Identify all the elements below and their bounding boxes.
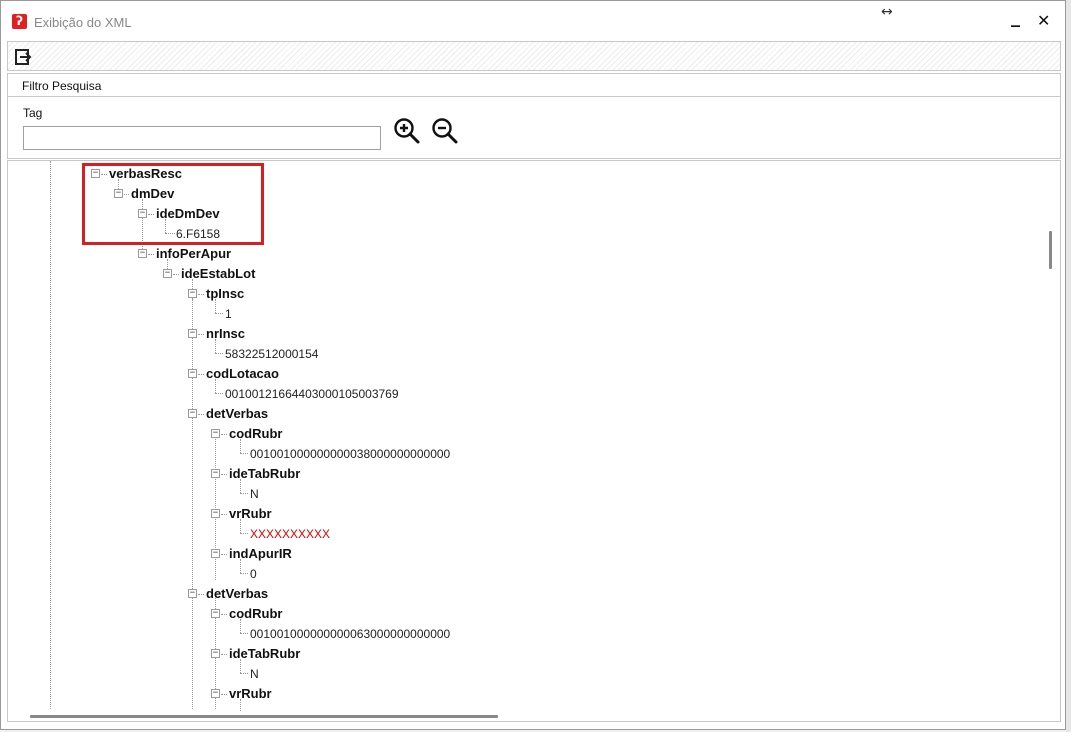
app-logo-icon: ʔ [12, 14, 27, 29]
tree-connector [240, 493, 248, 494]
tree-connector [240, 559, 241, 573]
tree-connector [240, 659, 241, 673]
expander-tpInsc[interactable]: − [188, 289, 197, 298]
expander-codRubr-2[interactable]: − [211, 609, 220, 618]
tree-connector [240, 439, 241, 453]
tree-connector [221, 514, 227, 515]
tree-value-nrInsc[interactable]: 58322512000154 [225, 347, 318, 361]
tree-value-indApurIR[interactable]: 0 [250, 567, 257, 581]
tree-connector [240, 519, 241, 533]
tag-label: Tag [23, 106, 43, 120]
tree-guide-line [192, 299, 193, 709]
tree-node-codRubr-2[interactable]: codRubr [229, 606, 282, 621]
expander-detVerbas-2[interactable]: − [188, 589, 197, 598]
expander-indApurIR[interactable]: − [211, 549, 220, 558]
tree-node-detVerbas-2[interactable]: detVerbas [206, 586, 268, 601]
filter-panel: Filtro Pesquisa Tag [7, 73, 1061, 159]
tree-connector [221, 614, 227, 615]
expander-codLotacao[interactable]: − [188, 369, 197, 378]
tree-value-ideTabRubr-2[interactable]: N [250, 667, 259, 681]
tree-connector [215, 299, 216, 313]
vertical-scrollbar[interactable] [1049, 231, 1052, 269]
exit-button[interactable] [13, 47, 33, 67]
window-title: Exibição do XML [34, 15, 132, 30]
tree-node-tpInsc[interactable]: tpInsc [206, 286, 244, 301]
exit-icon [15, 49, 32, 65]
tree-connector [215, 313, 223, 314]
tree-node-vrRubr-2[interactable]: vrRubr [229, 686, 272, 701]
horizontal-scrollbar[interactable] [30, 715, 498, 718]
highlight-annotation [82, 163, 264, 245]
toolbar [7, 41, 1061, 71]
tree-connector [198, 414, 204, 415]
tree-value-tpInsc[interactable]: 1 [225, 307, 232, 321]
zoom-in-icon [394, 118, 420, 144]
tree-node-codRubr-1[interactable]: codRubr [229, 426, 282, 441]
tree-connector [240, 699, 241, 711]
tree-value-codLotacao[interactable]: 00100121664403000105003769 [225, 387, 399, 401]
tree-connector [221, 654, 227, 655]
tree-value-ideTabRubr-1[interactable]: N [250, 487, 259, 501]
tree-connector [240, 533, 248, 534]
tree-connector [240, 633, 248, 634]
zoom-out-icon [432, 118, 458, 144]
tree-node-vrRubr-1[interactable]: vrRubr [229, 506, 272, 521]
tree-connector [240, 673, 248, 674]
tree-connector [221, 694, 227, 695]
zoom-in-button[interactable] [392, 116, 422, 146]
tree-connector [198, 334, 204, 335]
background-edge [1066, 0, 1071, 732]
tree-connector [198, 594, 204, 595]
tree-connector [240, 479, 241, 493]
filter-title: Filtro Pesquisa [22, 79, 102, 93]
expander-codRubr-1[interactable]: − [211, 429, 220, 438]
title-bar[interactable]: ʔ Exibição do XML ↔ _ ✕ [1, 1, 1065, 39]
tree-connector [215, 353, 223, 354]
tree-connector [240, 573, 248, 574]
tree-value-vrRubr-1[interactable]: XXXXXXXXXX [250, 527, 330, 541]
tree-connector [221, 474, 227, 475]
tree-node-nrInsc[interactable]: nrInsc [206, 326, 245, 341]
xml-viewer-window: ʔ Exibição do XML ↔ _ ✕ Filtro Pesquisa … [0, 0, 1066, 730]
expander-detVerbas-1[interactable]: − [188, 409, 197, 418]
tree-connector [173, 274, 179, 275]
tree-connector [198, 374, 204, 375]
expander-ideEstabLot[interactable]: − [163, 269, 172, 278]
tree-connector [215, 339, 216, 353]
zoom-out-button[interactable] [430, 116, 460, 146]
minimize-button[interactable]: _ [1011, 7, 1029, 33]
expander-nrInsc[interactable]: − [188, 329, 197, 338]
tree-node-codLotacao[interactable]: codLotacao [206, 366, 279, 381]
tree-connector [240, 453, 248, 454]
tree-node-indApurIR[interactable]: indApurIR [229, 546, 292, 561]
tree-connector [198, 294, 204, 295]
tree-connector [221, 434, 227, 435]
expander-vrRubr-2[interactable]: − [211, 689, 220, 698]
resize-icon[interactable]: ↔ [881, 4, 893, 20]
tree-connector [148, 254, 154, 255]
expander-ideTabRubr-2[interactable]: − [211, 649, 220, 658]
expander-infoPerApur[interactable]: − [138, 249, 147, 258]
tree-connector [215, 393, 223, 394]
tree-node-detVerbas-1[interactable]: detVerbas [206, 406, 268, 421]
close-button[interactable]: ✕ [1037, 11, 1055, 31]
expander-ideTabRubr-1[interactable]: − [211, 469, 220, 478]
tree-value-codRubr-2[interactable]: 001001000000000063000000000000 [250, 627, 450, 641]
tree-connector [221, 554, 227, 555]
tree-connector [215, 379, 216, 393]
tag-input[interactable] [23, 126, 381, 150]
tree-connector [240, 619, 241, 633]
tree-guide-line [50, 161, 51, 709]
tree-value-codRubr-1[interactable]: 001001000000000038000000000000 [250, 447, 450, 461]
xml-tree-view[interactable]: − verbasResc − dmDev − ideDmDev 6.F6158 … [7, 160, 1061, 722]
expander-vrRubr-1[interactable]: − [211, 509, 220, 518]
filter-header[interactable]: Filtro Pesquisa [8, 74, 1060, 97]
